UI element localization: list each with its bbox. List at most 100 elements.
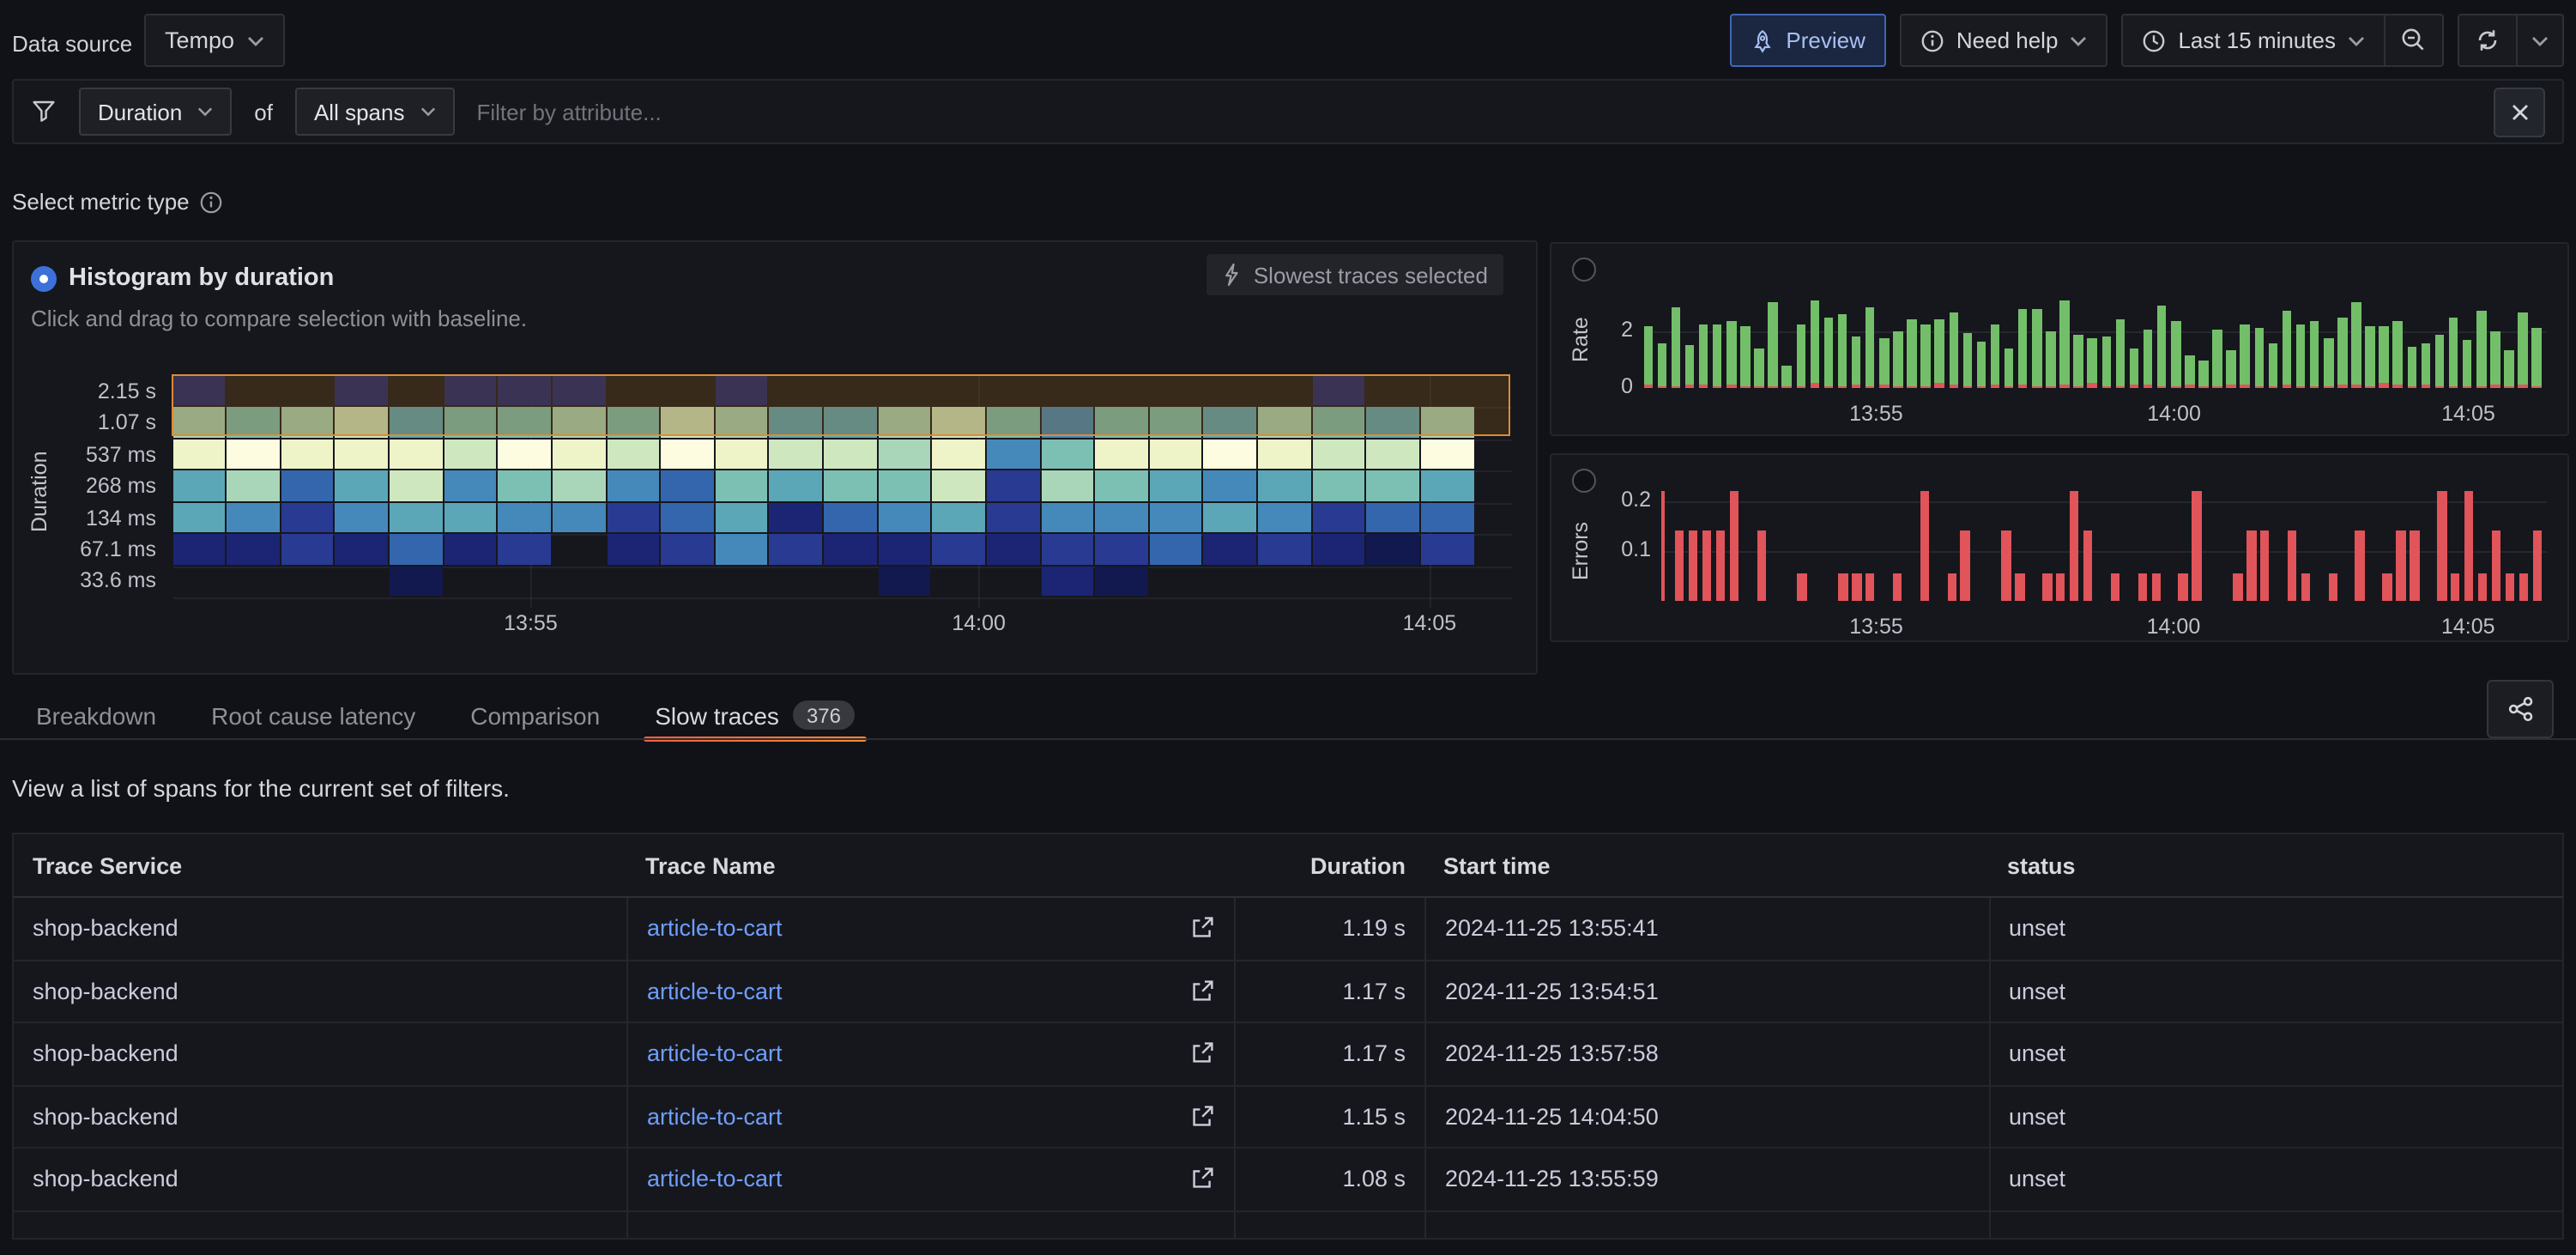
external-link-icon[interactable]	[1188, 1167, 1214, 1192]
refresh-button[interactable]	[2458, 14, 2518, 67]
table-header-cell[interactable]: status	[1988, 834, 2562, 896]
time-range-picker[interactable]: Last 15 minutes	[2121, 14, 2386, 67]
rate-bar	[2532, 328, 2542, 385]
tab-root-cause-latency[interactable]: Root cause latency	[211, 692, 415, 738]
error-base-bar	[1769, 385, 1778, 388]
heatmap-cell	[499, 535, 551, 565]
bar-gridline-h	[1643, 330, 2546, 332]
heatmap-cell	[336, 440, 388, 470]
error-base-bar	[2060, 385, 2070, 388]
error-base-bar	[2240, 385, 2250, 388]
heatmap-cell	[1367, 503, 1419, 533]
bar-y-tick: 2	[1571, 317, 1633, 341]
slowest-traces-chip[interactable]: Slowest traces selected	[1207, 254, 1503, 295]
bar-x-tick: 13:55	[1834, 615, 1920, 639]
refresh-interval-dropdown[interactable]	[2518, 14, 2564, 67]
rate-bar	[1685, 345, 1695, 385]
rate-bar	[2185, 355, 2194, 385]
error-bar	[2042, 573, 2052, 601]
error-base-bar	[2379, 384, 2389, 388]
status-cell: unset	[1988, 1023, 2562, 1084]
empty-cell	[1424, 1211, 1988, 1240]
preview-button[interactable]: Preview	[1729, 14, 1886, 67]
error-bar	[1838, 573, 1847, 601]
trace-name-link[interactable]: article-to-cart	[647, 1167, 783, 1192]
zoom-out-button[interactable]	[2386, 14, 2444, 67]
error-base-bar	[2268, 385, 2277, 388]
heatmap-x-tick: 14:05	[1387, 611, 1472, 635]
error-base-bar	[2254, 386, 2264, 388]
error-bar	[1893, 573, 1902, 601]
chevron-down-icon	[2070, 35, 2087, 45]
error-base-bar	[2115, 386, 2125, 388]
error-bar	[1852, 573, 1861, 601]
heatmap-cell	[1258, 503, 1310, 533]
error-base-bar	[2366, 385, 2375, 388]
table-header-cell[interactable]: Trace Name	[626, 834, 1233, 896]
filter-field-select[interactable]: Duration	[79, 88, 232, 136]
filter-clear-button[interactable]	[2494, 87, 2545, 136]
bar-x-tick: 13:55	[1833, 402, 1919, 426]
rate-bar	[2115, 319, 2125, 387]
empty-cell	[14, 1211, 626, 1240]
error-bar	[1729, 491, 1738, 601]
heatmap-cell	[227, 535, 279, 565]
heatmap-cell	[1367, 471, 1419, 501]
error-bar	[2410, 531, 2419, 601]
filter-attribute-input[interactable]: Filter by attribute...	[476, 99, 661, 124]
trace-name-link[interactable]: article-to-cart	[647, 1104, 783, 1130]
rate-bar	[2060, 300, 2070, 385]
share-button[interactable]	[2487, 680, 2554, 738]
error-base-bar	[2490, 385, 2500, 388]
tab-label: Root cause latency	[211, 701, 415, 729]
histogram-radio-selected[interactable]	[31, 266, 57, 292]
heatmap-cell	[444, 503, 496, 533]
tab-breakdown[interactable]: Breakdown	[36, 692, 156, 738]
rate-bar	[1713, 325, 1722, 385]
error-bar	[1675, 531, 1684, 601]
error-bar	[2492, 531, 2501, 601]
heatmap-y-tick: 537 ms	[48, 442, 156, 466]
trace-name-link[interactable]: article-to-cart	[647, 916, 783, 942]
rate-bar	[1657, 344, 1666, 386]
rate-radio-unselected[interactable]	[1572, 258, 1596, 282]
info-circle-icon[interactable]	[200, 190, 224, 214]
table-header-cell[interactable]: Trace Service	[14, 834, 626, 896]
trace-name-link[interactable]: article-to-cart	[647, 979, 783, 1004]
tab-slow-traces[interactable]: Slow traces376	[655, 692, 855, 738]
table-header-cell[interactable]: Duration	[1233, 834, 1424, 896]
start-time-cell: 2024-11-25 13:55:59	[1424, 1149, 1988, 1210]
start-time-cell: 2024-11-25 14:04:50	[1424, 1086, 1988, 1147]
tab-divider	[0, 738, 2576, 740]
error-bar	[1702, 531, 1712, 601]
external-link-icon[interactable]	[1188, 916, 1214, 942]
tab-description: View a list of spans for the current set…	[12, 774, 510, 802]
filter-scope-select[interactable]: All spans	[295, 88, 455, 136]
heatmap-cell	[1258, 440, 1310, 470]
heatmap-cell	[336, 471, 388, 501]
heatmap-cell	[824, 503, 876, 533]
heatmap-cell	[499, 503, 551, 533]
rate-bar	[1865, 306, 1875, 385]
error-base-bar	[2421, 385, 2430, 388]
heatmap-cell	[933, 440, 985, 470]
datasource-picker[interactable]: Tempo	[144, 14, 284, 67]
external-link-icon[interactable]	[1188, 1104, 1214, 1130]
error-base-bar	[2296, 385, 2306, 388]
external-link-icon[interactable]	[1188, 979, 1214, 1004]
heatmap-cell	[499, 440, 551, 470]
trace-name-link[interactable]: article-to-cart	[647, 1041, 783, 1067]
need-help-button[interactable]: Need help	[1900, 14, 2108, 67]
external-link-icon[interactable]	[1188, 1041, 1214, 1067]
error-base-bar	[1893, 386, 1902, 388]
duration-cell: 1.17 s	[1233, 1023, 1424, 1084]
rate-bar	[2490, 330, 2500, 385]
tab-comparison[interactable]: Comparison	[470, 692, 600, 738]
table-header-cell[interactable]: Start time	[1424, 834, 1988, 896]
heatmap-cell	[1150, 440, 1202, 470]
empty-cell	[626, 1211, 1233, 1240]
rate-bar	[2435, 334, 2445, 385]
error-base-bar	[2213, 385, 2222, 388]
heatmap-cell	[499, 471, 551, 501]
heatmap-selection-region[interactable]	[171, 374, 1509, 436]
